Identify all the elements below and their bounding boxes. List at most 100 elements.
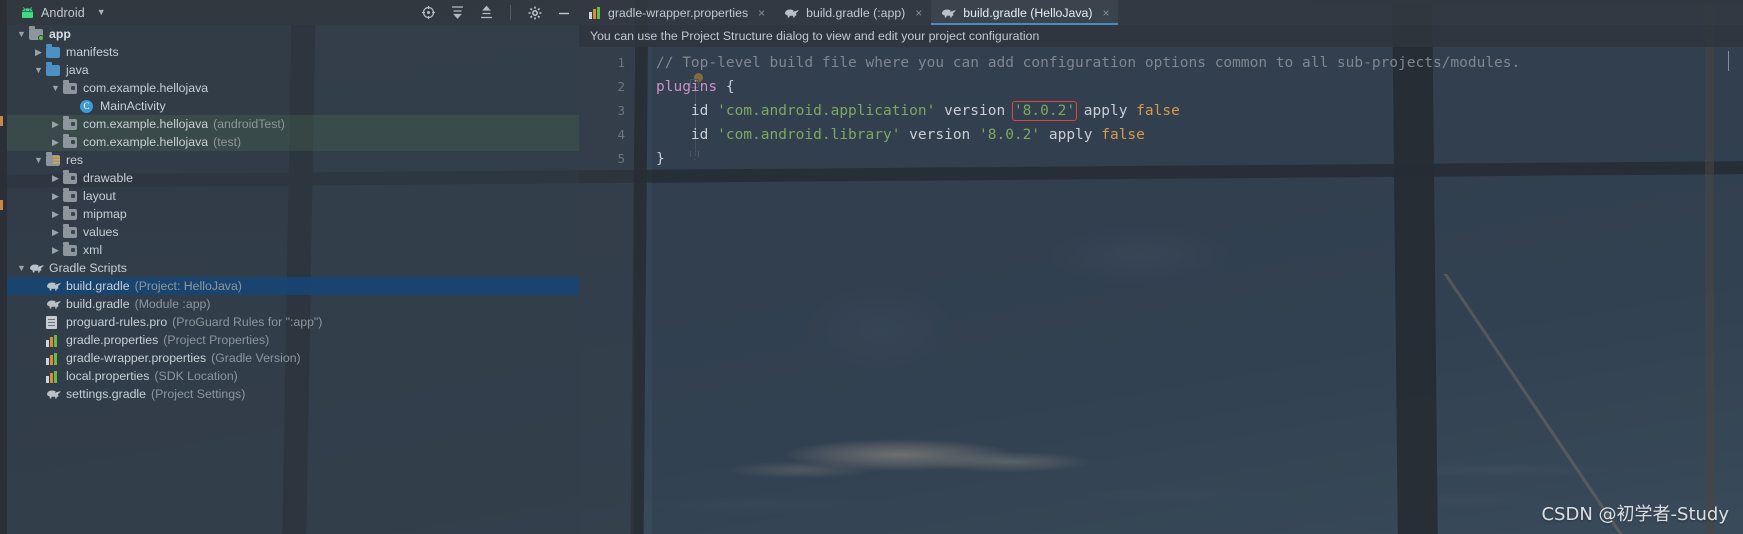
tree-row[interactable]: gradle.properties (Project Properties) <box>7 331 579 349</box>
code-line: } <box>652 147 1743 171</box>
chevron-right-icon[interactable]: ▶ <box>50 227 61 238</box>
properties-icon <box>589 6 602 19</box>
tree-row-label: gradle-wrapper.properties <box>66 351 207 365</box>
chevron-right-icon[interactable]: ▶ <box>50 209 61 220</box>
editor-tab[interactable]: build.gradle (:app) × <box>774 0 931 25</box>
code-line: id 'com.android.library' version '8.0.2'… <box>652 123 1743 147</box>
editor-tab-label: gradle-wrapper.properties <box>608 5 749 20</box>
editor-tab-bar[interactable]: gradle-wrapper.properties × build.gradle (… <box>579 0 1743 25</box>
target-icon[interactable] <box>421 5 436 20</box>
chevron-down-icon[interactable]: ▼ <box>16 29 27 40</box>
tree-row[interactable]: ▼ com.example.hellojava <box>7 79 579 97</box>
tree-row-hint: (Module :app) <box>134 297 211 311</box>
code-token: // Top-level build file where you can ad… <box>656 55 1521 71</box>
chevron-right-icon[interactable]: ▶ <box>50 173 61 184</box>
tree-row[interactable]: ▶ com.example.hellojava (test) <box>7 133 579 151</box>
tree-row[interactable]: ▶ xml <box>7 241 579 259</box>
chevron-right-icon[interactable]: ▶ <box>50 137 61 148</box>
tree-row[interactable]: gradle-wrapper.properties (Gradle Version… <box>7 349 579 367</box>
tree-row[interactable]: ▶ layout <box>7 187 579 205</box>
ide-root: Android ▼ ▼ app ▶ manifests ▼ java ▼ com… <box>0 0 1743 534</box>
left-tool-strip[interactable] <box>0 0 7 534</box>
gradle-elephant-icon <box>941 7 957 19</box>
settings-gear-icon[interactable] <box>527 5 542 20</box>
tree-row[interactable]: ▶ values <box>7 223 579 241</box>
expand-all-icon[interactable] <box>450 5 465 20</box>
chevron-down-icon[interactable]: ▼ <box>16 263 27 274</box>
tree-row-label: Gradle Scripts <box>49 261 127 275</box>
code-token: id <box>656 103 718 119</box>
tree-row[interactable]: ▼ java <box>7 61 579 79</box>
tree-row[interactable]: ▶ manifests <box>7 43 579 61</box>
folder-icon <box>46 62 61 77</box>
tree-row-label: layout <box>83 189 116 203</box>
code-editor[interactable]: 1 2 3 4 5 − // Top-level build file where yo… <box>579 47 1743 534</box>
line-number: 1 <box>617 55 625 70</box>
tree-row[interactable]: ▼ app <box>7 25 579 43</box>
chevron-down-icon[interactable]: ▼ <box>97 8 106 17</box>
tree-row-label: com.example.hellojava <box>83 135 209 149</box>
toolbar-divider <box>510 5 511 20</box>
tree-row-label: manifests <box>66 45 119 59</box>
code-content[interactable]: // Top-level build file where you can ad… <box>652 47 1743 534</box>
tree-row-hint: (ProGuard Rules for ":app") <box>172 315 323 329</box>
tree-row[interactable]: proguard-rules.pro (ProGuard Rules for ":… <box>7 313 579 331</box>
tree-row-label: values <box>83 225 119 239</box>
chevron-right-icon[interactable]: ▶ <box>50 119 61 130</box>
watermark: CSDN @初学者-Study <box>1541 504 1729 525</box>
close-icon[interactable]: × <box>915 6 922 20</box>
close-icon[interactable]: × <box>758 6 765 20</box>
tree-row-hint: (Project: HelloJava) <box>134 279 242 293</box>
editor-tab[interactable]: build.gradle (HelloJava) × <box>931 0 1119 25</box>
code-line: plugins { <box>652 75 1743 99</box>
code-fold-column[interactable]: − <box>634 47 703 534</box>
editor-tab[interactable]: gradle-wrapper.properties × <box>579 0 774 25</box>
code-token: apply <box>1075 103 1137 119</box>
gradle-elephant-icon <box>46 279 61 293</box>
tree-row-label: local.properties <box>66 369 150 383</box>
tree-row[interactable]: ▶ com.example.hellojava (androidTest) <box>7 115 579 133</box>
android-robot-icon <box>20 6 35 19</box>
tree-row[interactable]: local.properties (SDK Location) <box>7 367 579 385</box>
tree-row-hint: (test) <box>213 135 242 149</box>
code-token: 'com.android.application' <box>717 103 936 119</box>
chevron-right-icon[interactable]: ▶ <box>50 191 61 202</box>
code-token: false <box>1136 103 1180 119</box>
tree-row-label: gradle.properties <box>66 333 159 347</box>
code-token: id <box>656 127 718 143</box>
tree-row-label: build.gradle <box>66 279 130 293</box>
chevron-right-icon[interactable]: ▶ <box>33 47 44 58</box>
chevron-right-icon[interactable]: ▶ <box>50 245 61 256</box>
project-tree[interactable]: ▼ app ▶ manifests ▼ java ▼ com.example.hellojav… <box>7 25 579 534</box>
tree-row[interactable]: ▶ drawable <box>7 169 579 187</box>
strip-marker <box>0 116 3 126</box>
tree-row-label: MainActivity <box>100 99 166 113</box>
java-class-icon: C <box>80 99 95 113</box>
code-error-highlight: '8.0.2' <box>1011 101 1078 121</box>
tree-row[interactable]: ▼ Gradle Scripts <box>7 259 579 277</box>
tree-row[interactable]: ▼ res <box>7 151 579 169</box>
code-token: '8.0.2' <box>979 127 1041 143</box>
minimize-icon[interactable] <box>556 5 571 20</box>
collapse-all-icon[interactable] <box>479 5 494 20</box>
chevron-down-icon[interactable]: ▼ <box>50 83 61 94</box>
tree-row-label: app <box>49 27 71 41</box>
folder-icon <box>46 44 61 59</box>
gradle-elephant-icon <box>29 261 44 275</box>
tree-row-label: res <box>66 153 84 167</box>
tree-row[interactable]: C MainActivity <box>7 97 579 115</box>
gradle-elephant-icon <box>46 297 61 311</box>
tree-row[interactable]: build.gradle (Module :app) <box>7 295 579 313</box>
gradle-elephant-icon <box>784 7 800 19</box>
properties-icon <box>46 333 61 347</box>
chevron-down-icon[interactable]: ▼ <box>33 155 44 166</box>
chevron-down-icon[interactable]: ▼ <box>33 65 44 76</box>
res-folder-icon <box>46 152 61 167</box>
tree-row[interactable]: settings.gradle (Project Settings) <box>7 385 579 403</box>
close-icon[interactable]: × <box>1102 6 1109 20</box>
tree-row[interactable]: ▶ mipmap <box>7 205 579 223</box>
tree-row-label: proguard-rules.pro <box>66 315 168 329</box>
code-token: version <box>900 127 980 143</box>
tree-row-hint: (Project Properties) <box>163 333 270 347</box>
tree-row[interactable]: build.gradle (Project: HelloJava) <box>7 277 579 295</box>
